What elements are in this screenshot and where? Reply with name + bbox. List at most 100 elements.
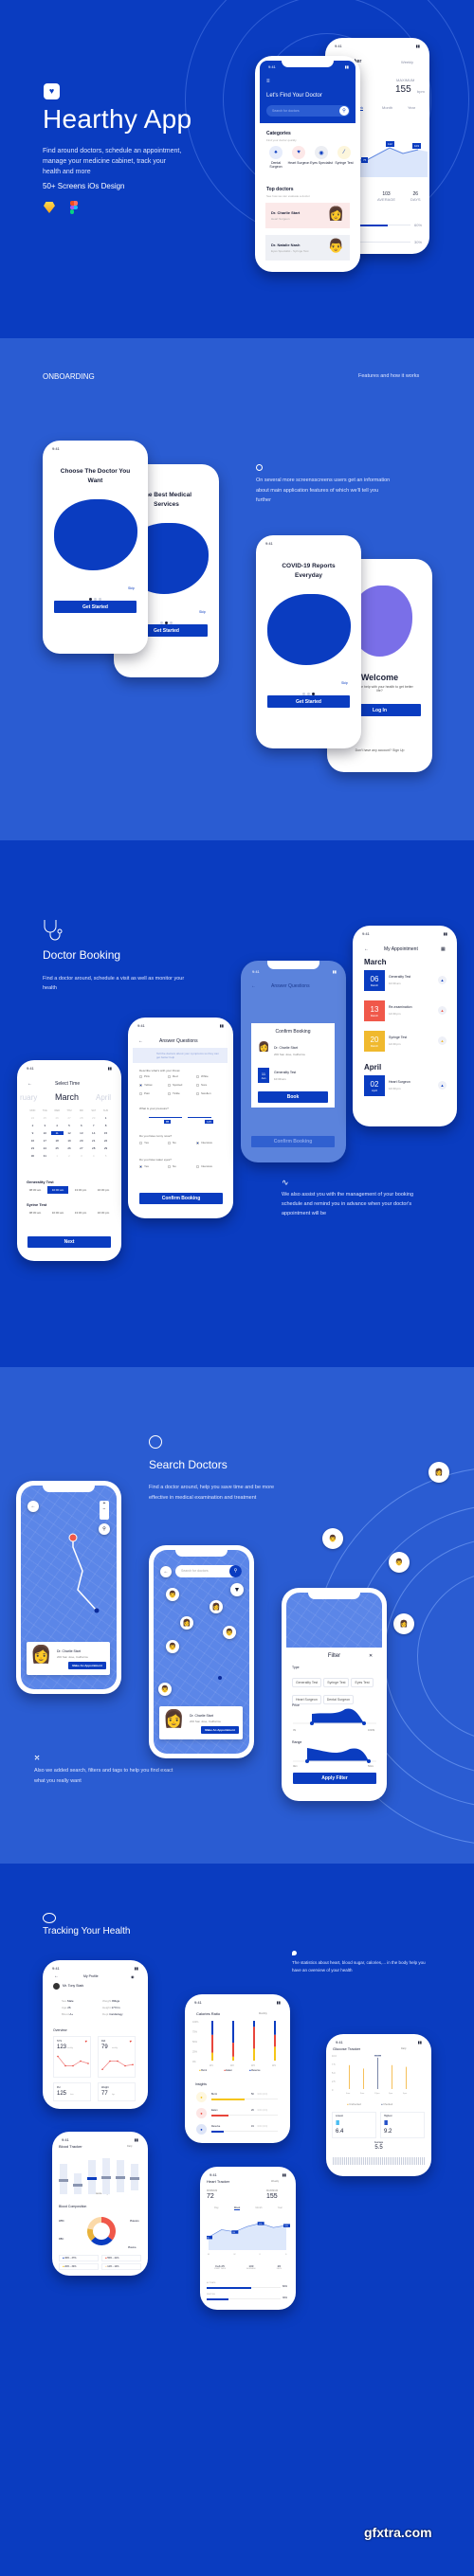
back-arrow-icon[interactable]: ←	[54, 1973, 59, 1979]
time-slot[interactable]: 16:30 pm	[93, 1186, 114, 1194]
period-select[interactable]: Weekly	[271, 2180, 279, 2183]
calendar-day[interactable]: 1	[51, 1154, 64, 1158]
doctor-marker[interactable]: 👨	[166, 1640, 179, 1653]
get-started-button[interactable]: Get Started	[54, 601, 137, 613]
calendar-day[interactable]: 29	[100, 1146, 112, 1150]
calendar-day[interactable]: 5	[64, 1124, 76, 1127]
option-checkbox[interactable]: Swollen	[196, 1091, 225, 1095]
calendar-day[interactable]: 19	[64, 1139, 76, 1143]
option-checkbox[interactable]: Red	[168, 1074, 196, 1078]
doctor-avatar[interactable]: 👩	[393, 1613, 414, 1634]
calendar-day[interactable]: 11	[50, 1131, 64, 1135]
option-checkbox[interactable]: Sore	[196, 1083, 225, 1087]
appointment-item[interactable]: 02 April Heart Surgeon 14:30 pm ▲	[364, 1075, 447, 1096]
appointment-item[interactable]: 06 March Generality Test 10:30 am ▲	[364, 970, 447, 991]
skip-link[interactable]: Skip	[128, 586, 135, 590]
period-select[interactable]: Monthly	[259, 2012, 267, 2015]
calendar-day[interactable]: 4	[51, 1124, 64, 1127]
option-checkbox[interactable]: Yes	[139, 1164, 168, 1168]
type-tag[interactable]: Dental Surgeon	[322, 1695, 355, 1704]
appointment-item[interactable]: 13 March Re-examination 14:30 pm ▲	[364, 1000, 447, 1021]
calendar-day[interactable]: 7	[87, 1124, 100, 1127]
calendar-day[interactable]: 13	[75, 1131, 87, 1135]
bell-icon[interactable]: ▲	[438, 1006, 447, 1015]
apply-filter-button[interactable]: Apply Filter	[293, 1773, 376, 1784]
glucose-scale-slider[interactable]	[333, 2157, 425, 2165]
back-arrow-icon[interactable]: ←	[364, 946, 369, 952]
time-slot[interactable]: 13:30 pm	[70, 1186, 91, 1194]
time-slot[interactable]: 08:30 am	[25, 1209, 46, 1216]
type-tag[interactable]: Generality Test	[292, 1678, 322, 1687]
calendar-day[interactable]: 2	[27, 1124, 39, 1127]
calendar-day[interactable]: 8	[100, 1124, 112, 1127]
calendar-day[interactable]: 4	[87, 1154, 100, 1158]
option-checkbox[interactable]: No	[168, 1164, 196, 1168]
time-slot[interactable]: 08:30 am	[25, 1186, 46, 1194]
settings-icon[interactable]: ◉	[131, 1974, 135, 1979]
option-checkbox[interactable]: Yes	[139, 1141, 168, 1144]
doctor-card[interactable]: Dr. Charlie Start Heart Surgeon 👩	[265, 203, 350, 228]
category-2[interactable]: ◉ Eyes Specialist	[310, 146, 333, 169]
time-slot[interactable]: 13:30 pm	[70, 1209, 91, 1216]
search-input[interactable]: Search for doctors ⚲	[266, 105, 350, 117]
pressure-slider[interactable]	[149, 1117, 182, 1118]
time-slot[interactable]: 16:30 pm	[93, 1209, 114, 1216]
doctor-marker[interactable]: 👩	[210, 1600, 223, 1613]
doctor-avatar[interactable]: 👨	[389, 1552, 410, 1573]
calendar-day[interactable]: 18	[51, 1139, 64, 1143]
calendar-day[interactable]: 3	[75, 1154, 87, 1158]
doctor-marker[interactable]: 👨	[166, 1588, 179, 1601]
calendar-day[interactable]: 24	[27, 1116, 39, 1120]
type-tag[interactable]: Eyes Test	[351, 1678, 374, 1687]
filter-icon[interactable]: ▼	[230, 1583, 244, 1596]
calendar-day[interactable]: 22	[100, 1139, 112, 1143]
appointment-item[interactable]: 20 March Syringe Test 14:30 pm ▲	[364, 1031, 447, 1052]
option-checkbox[interactable]: Tickle	[168, 1091, 196, 1095]
calendar-day[interactable]: 17	[39, 1139, 51, 1143]
calendar-day[interactable]: 1	[100, 1116, 112, 1120]
option-checkbox[interactable]: Yellow	[139, 1083, 168, 1087]
make-appointment-button[interactable]: Make An Appointment	[201, 1726, 239, 1734]
doctor-marker[interactable]: 👨	[223, 1626, 236, 1639]
calendar-day[interactable]: 27	[64, 1116, 76, 1120]
overview-card[interactable]: DIA 79 mmHg ♥	[98, 2036, 136, 2078]
book-button[interactable]: Book	[258, 1091, 328, 1103]
search-input[interactable]: Search for doctors ⚲	[175, 1565, 242, 1577]
doctor-avatar[interactable]: 👨	[322, 1528, 343, 1549]
category-3[interactable]: ⁄ Syringe Test	[333, 146, 356, 169]
calendar-day[interactable]: 25	[39, 1116, 51, 1120]
calendar-day[interactable]: 28	[87, 1146, 100, 1150]
search-icon[interactable]: ⚲	[229, 1565, 242, 1577]
back-button[interactable]: ←	[27, 1501, 39, 1512]
calendar-day[interactable]: 24	[39, 1146, 51, 1150]
calendar-day[interactable]: 5	[100, 1154, 112, 1158]
category-1[interactable]: ♥ Heart Surgeon	[287, 146, 310, 169]
calendar-day[interactable]: 12	[64, 1131, 76, 1135]
calendar-day[interactable]: 2	[64, 1154, 76, 1158]
overview-card[interactable]: Pul 125/min	[53, 2082, 91, 2101]
pressure-slider[interactable]	[188, 1117, 211, 1118]
tab-week[interactable]: Week	[233, 2207, 241, 2210]
tab-day[interactable]: Day	[214, 2207, 218, 2210]
tab-year[interactable]: Year	[278, 2207, 283, 2210]
close-icon[interactable]: ✕	[369, 1653, 373, 1659]
calendar-day[interactable]: 29	[87, 1116, 100, 1120]
doctor-avatar[interactable]: 👩	[428, 1462, 449, 1483]
menu-icon[interactable]: ≡	[266, 79, 270, 84]
option-checkbox[interactable]: Intensive	[196, 1141, 225, 1144]
period-select[interactable]: Daily	[127, 2145, 133, 2148]
calendar-day[interactable]: 30	[27, 1154, 39, 1158]
get-started-button[interactable]: Get Started	[267, 695, 350, 708]
back-arrow-icon[interactable]: ←	[27, 1081, 32, 1087]
tab-year[interactable]: Year	[408, 105, 415, 110]
search-icon[interactable]: ⚲	[339, 106, 349, 116]
overview-card[interactable]: Weight 77 kgs	[98, 2082, 136, 2101]
time-slot[interactable]: 10:00 am	[47, 1186, 68, 1194]
time-slot[interactable]: 10:00 am	[47, 1209, 68, 1216]
calendar-day[interactable]: 3	[39, 1124, 51, 1127]
tab-month[interactable]: Month	[256, 2207, 263, 2210]
price-range-slider[interactable]	[293, 1706, 376, 1727]
calendar-day[interactable]: 16	[27, 1139, 39, 1143]
option-checkbox[interactable]: Pink	[139, 1074, 168, 1078]
option-checkbox[interactable]: Pain	[139, 1091, 168, 1095]
